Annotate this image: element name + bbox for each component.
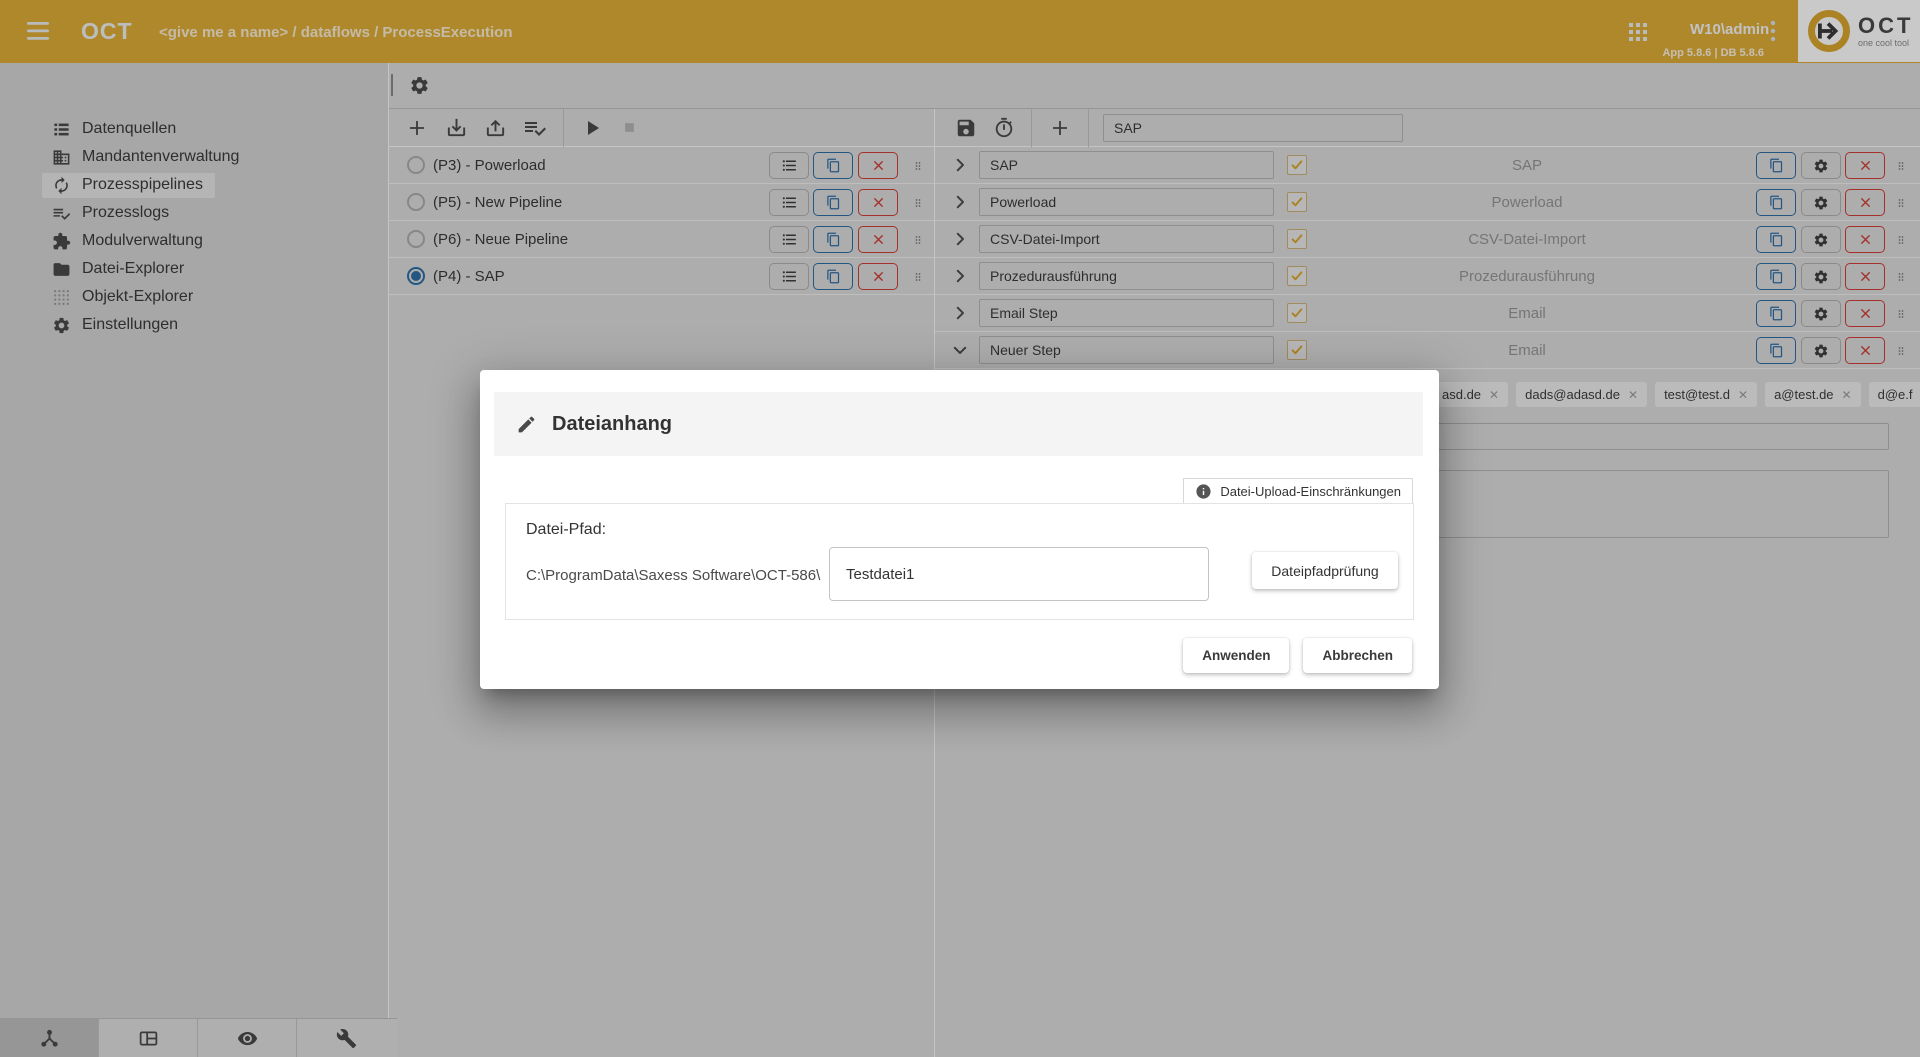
upload-restrictions-button[interactable]: Datei-Upload-Einschränkungen <box>1183 478 1413 505</box>
file-name-input[interactable] <box>829 547 1209 601</box>
cancel-button[interactable]: Abbrechen <box>1303 638 1412 673</box>
info-icon <box>1195 483 1212 500</box>
file-path-label: Datei-Pfad: <box>526 521 606 539</box>
pencil-icon <box>516 414 537 435</box>
apply-button[interactable]: Anwenden <box>1183 638 1289 673</box>
path-check-button[interactable]: Dateipfadprüfung <box>1252 552 1398 589</box>
app-root: OCT <give me a name> / dataflows / Proce… <box>0 0 1920 1057</box>
dialog-title: Dateianhang <box>552 413 672 436</box>
file-path-prefix: C:\ProgramData\Saxess Software\OCT-586\ <box>526 567 820 584</box>
file-path-form: Datei-Pfad: C:\ProgramData\Saxess Softwa… <box>505 503 1414 620</box>
dialog-header: Dateianhang <box>494 392 1423 456</box>
dateianhang-dialog: Dateianhang Datei-Upload-Einschränkungen… <box>480 370 1439 689</box>
dialog-footer: Anwenden Abbrechen <box>1183 638 1412 673</box>
